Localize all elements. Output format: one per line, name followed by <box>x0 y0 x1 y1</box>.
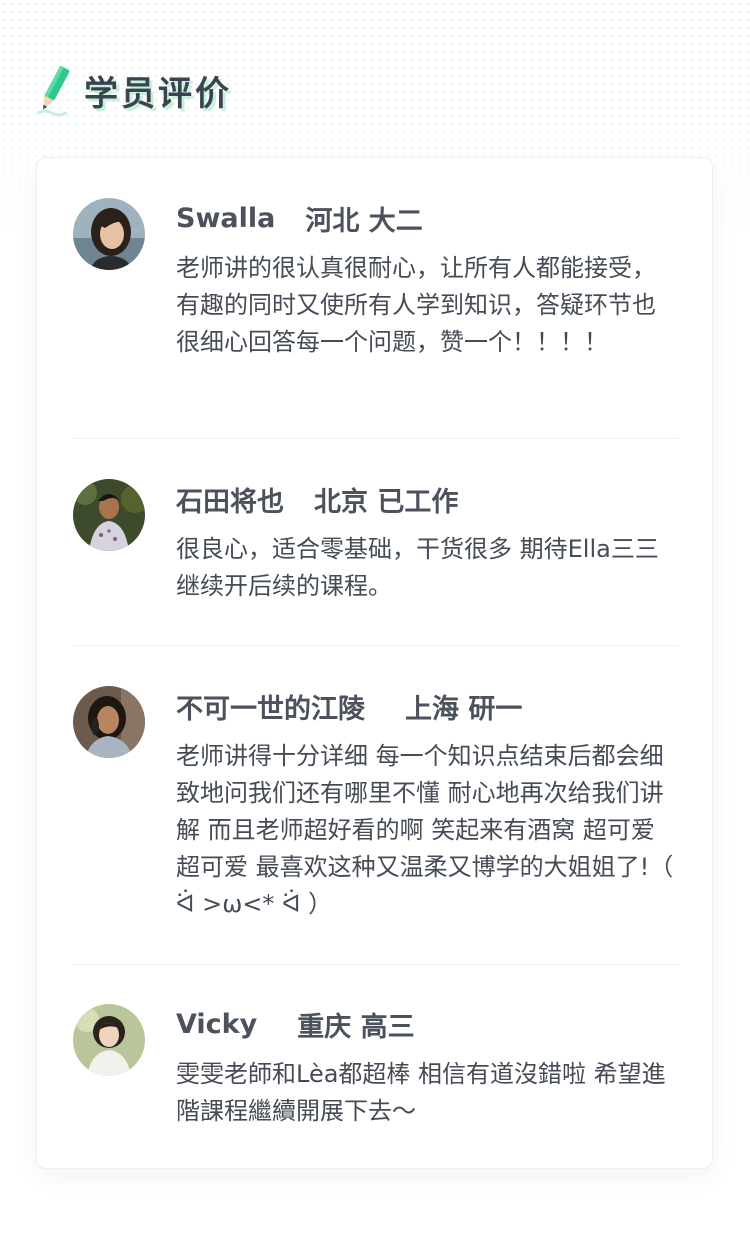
avatar <box>73 686 145 758</box>
divider <box>73 438 678 439</box>
divider <box>73 645 678 646</box>
review-meta: 石田将也 北京 已工作 <box>176 479 676 519</box>
reviewer-info: 河北 大二 <box>305 205 423 237</box>
review-item: Swalla 河北 大二 老师讲的很认真很耐心，让所有人都能接受，有趣的同时又使… <box>73 198 678 398</box>
section-header: 学员评价 <box>36 62 232 118</box>
reviewer-info: 上海 研一 <box>405 693 523 725</box>
avatar <box>73 479 145 551</box>
review-meta: Swalla 河北 大二 <box>176 198 676 238</box>
review-item: Vicky 重庆 高三 雯雯老師和Lèa都超棒 相信有道沒錯啦 希望進階課程繼續… <box>73 1004 678 1134</box>
review-comment: 老师讲得十分详细 每一个知识点结束后都会细致地问我们还有哪里不懂 耐心地再次给我… <box>176 742 681 918</box>
review-comment: 老师讲的很认真很耐心，让所有人都能接受，有趣的同时又使所有人学到知识，答疑环节也… <box>176 254 656 356</box>
review-comment: 很良心，适合零基础，干货很多 期待Ella三三继续开后续的课程。 <box>176 535 659 600</box>
reviewer-name: Swalla <box>176 202 276 234</box>
review-comment: 雯雯老師和Lèa都超棒 相信有道沒錯啦 希望進階課程繼續開展下去～ <box>176 1060 666 1125</box>
reviewer-name: 石田将也 <box>176 486 284 518</box>
review-meta: Vicky 重庆 高三 <box>176 1004 676 1044</box>
reviewer-name: 不可一世的江陵 <box>176 693 365 725</box>
reviewer-name: Vicky <box>176 1008 258 1040</box>
avatar <box>73 198 145 270</box>
review-item: 不可一世的江陵 上海 研一 老师讲得十分详细 每一个知识点结束后都会细致地问我们… <box>73 686 678 926</box>
avatar <box>73 1004 145 1076</box>
section-title: 学员评价 <box>84 73 232 114</box>
review-meta: 不可一世的江陵 上海 研一 <box>176 686 676 726</box>
divider <box>73 964 678 965</box>
review-item: 石田将也 北京 已工作 很良心，适合零基础，干货很多 期待Ella三三继续开后续… <box>73 479 678 609</box>
reviewer-info: 重庆 高三 <box>297 1011 415 1043</box>
pencil-icon <box>36 65 70 117</box>
reviews-card: Swalla 河北 大二 老师讲的很认真很耐心，让所有人都能接受，有趣的同时又使… <box>36 157 713 1169</box>
reviewer-info: 北京 已工作 <box>314 486 459 518</box>
